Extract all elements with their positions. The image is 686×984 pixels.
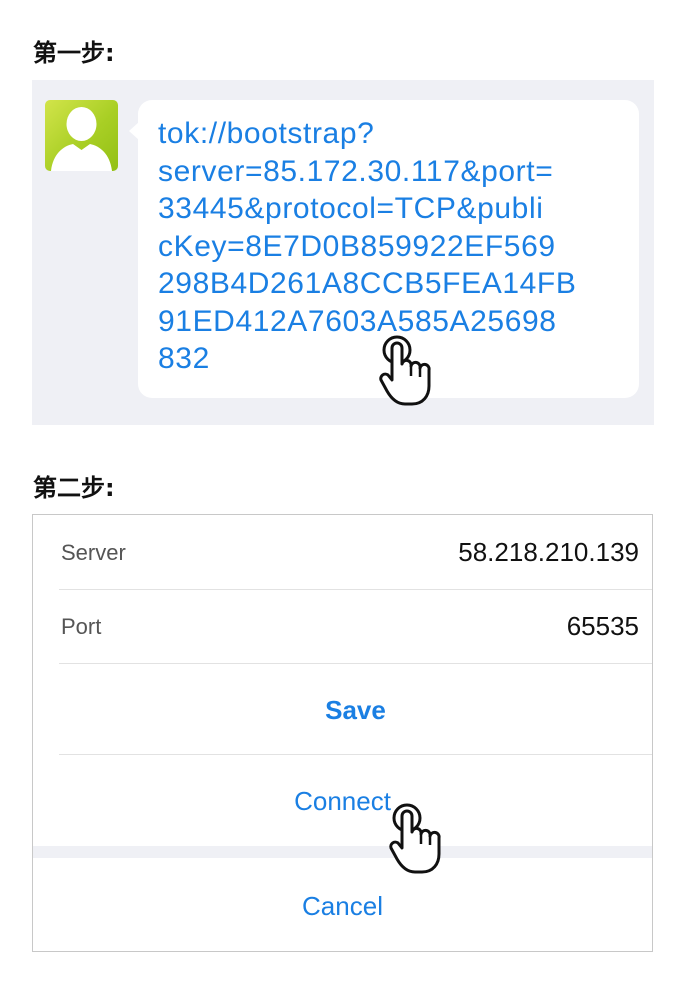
port-label: Port — [61, 614, 102, 639]
server-row[interactable]: Server 58.218.210.139 — [59, 515, 652, 590]
chat-message-panel: tok://bootstrap? server=85.172.30.117&po… — [32, 80, 654, 425]
server-settings-form: Server 58.218.210.139 Port 65535 Save Co… — [32, 514, 653, 952]
server-label: Server — [61, 540, 126, 565]
action-sheet-separator — [33, 846, 652, 858]
port-value[interactable]: 65535 — [567, 611, 639, 642]
save-button[interactable]: Save — [59, 695, 652, 726]
user-avatar-icon[interactable] — [45, 100, 118, 171]
connect-button[interactable]: Connect — [33, 786, 652, 817]
server-value[interactable]: 58.218.210.139 — [458, 537, 639, 568]
cancel-button[interactable]: Cancel — [33, 891, 652, 922]
save-row[interactable]: Save — [59, 664, 652, 755]
step-2-title: 第二步: — [33, 474, 115, 502]
bootstrap-link[interactable]: tok://bootstrap? server=85.172.30.117&po… — [158, 115, 628, 378]
connect-row[interactable]: Connect — [33, 755, 652, 847]
cancel-row[interactable]: Cancel — [33, 858, 652, 951]
step-1-title: 第一步: — [33, 39, 115, 67]
message-bubble[interactable]: tok://bootstrap? server=85.172.30.117&po… — [129, 100, 639, 398]
port-row[interactable]: Port 65535 — [59, 589, 652, 664]
